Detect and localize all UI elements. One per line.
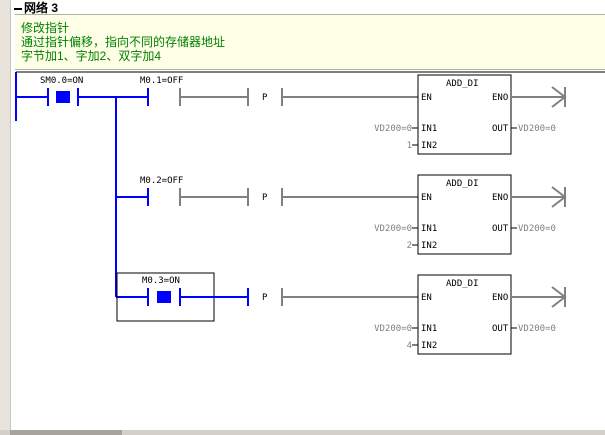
block1-eno: ENO: [492, 93, 508, 103]
block1-in2-value: 1: [407, 141, 412, 151]
block3-out: OUT: [492, 324, 509, 334]
scrollbar-thumb[interactable]: [10, 430, 122, 435]
block1-in1-value: VD200=0: [374, 124, 412, 134]
block1-in2: IN2: [421, 141, 437, 151]
ladder-diagram: SM0.0=ON M0.1=OFF P ADD_DI EN ENO IN1 IN…: [15, 71, 605, 355]
eno-arrow-1: [511, 86, 567, 108]
p-label-3: P: [262, 293, 268, 303]
contact-sm0-0[interactable]: [47, 88, 79, 106]
eno-arrow-2: [511, 186, 567, 208]
block1-title: ADD_DI: [446, 79, 479, 89]
block2-in2: IN2: [421, 241, 437, 251]
contact-m0-1-label: M0.1=OFF: [140, 76, 183, 86]
block1-out-value: VD200=0: [518, 124, 556, 134]
block2-in2-value: 2: [407, 241, 412, 251]
p-label-1: P: [262, 93, 268, 103]
block3-en: EN: [421, 293, 432, 303]
block3-out-value: VD200=0: [518, 324, 556, 334]
block2-eno: ENO: [492, 193, 508, 203]
p-label-2: P: [262, 193, 268, 203]
block2-in1-value: VD200=0: [374, 224, 412, 234]
block1-out: OUT: [492, 124, 509, 134]
eno-arrow-3: [511, 286, 567, 308]
contact-m0-2[interactable]: [147, 188, 181, 206]
block1-in1: IN1: [421, 124, 437, 134]
block3-in1-value: VD200=0: [374, 324, 412, 334]
block2-title: ADD_DI: [446, 179, 479, 189]
block3-in1: IN1: [421, 324, 437, 334]
block1-en: EN: [421, 93, 432, 103]
block2-out: OUT: [492, 224, 509, 234]
block2-out-value: VD200=0: [518, 224, 556, 234]
block2-en: EN: [421, 193, 432, 203]
contact-m0-2-label: M0.2=OFF: [140, 176, 183, 186]
block3-in2-value: 4: [407, 341, 412, 351]
block2-in1: IN1: [421, 224, 437, 234]
block3-title: ADD_DI: [446, 279, 479, 289]
contact-m0-3-label: M0.3=ON: [142, 276, 180, 286]
block3-in2: IN2: [421, 341, 437, 351]
block3-eno: ENO: [492, 293, 508, 303]
contact-m0-1[interactable]: [147, 88, 181, 106]
contact-sm0-0-label: SM0.0=ON: [40, 76, 83, 86]
